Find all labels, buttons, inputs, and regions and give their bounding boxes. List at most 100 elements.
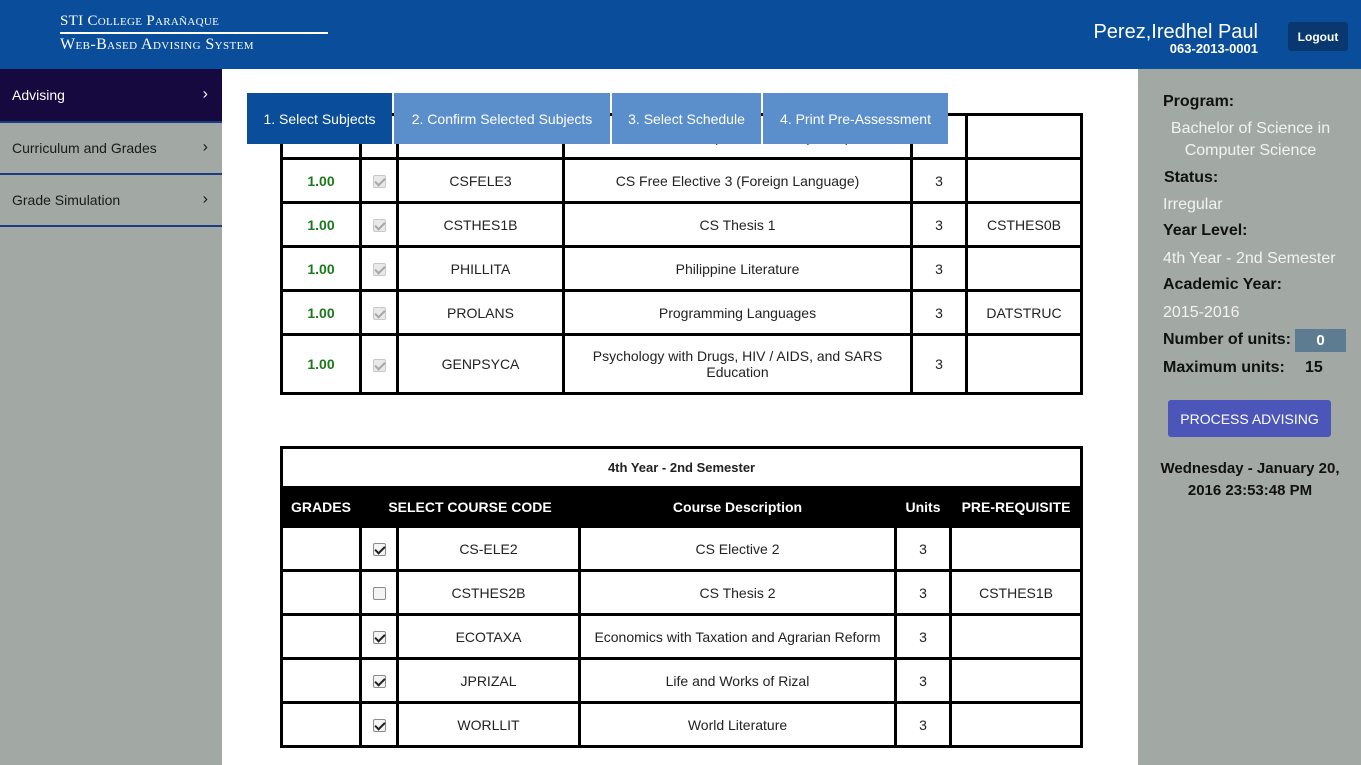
- table-row: 1.00 PHILLITA Philippine Literature 3: [280, 245, 1083, 292]
- sidebar-item-curriculum-and-grades[interactable]: Curriculum and Grades ›: [0, 123, 222, 175]
- column-header-select-course-code: SELECT COURSE CODE: [359, 486, 581, 528]
- chevron-right-icon: ›: [202, 138, 208, 156]
- table-row: 1.00 GENPSYCA Psychology with Drugs, HIV /…: [280, 333, 1083, 395]
- course-code-cell: GENPSYCA: [396, 333, 565, 395]
- course-checkbox: [372, 358, 386, 372]
- previous-semester-table: 1.00CS-ELE1CS Elective 1 (Mobile Develop…: [280, 113, 1083, 395]
- column-header-grades: GRADES: [280, 486, 362, 528]
- course-code-cell: CSFELE3: [396, 157, 565, 204]
- course-checkbox[interactable]: [372, 543, 386, 557]
- course-code-cell: CS-ELE2: [396, 525, 581, 572]
- units-cell: 3: [910, 333, 968, 395]
- course-checkbox[interactable]: [372, 719, 386, 733]
- column-header-pre-requisite: PRE-REQUISITE: [948, 486, 1084, 528]
- course-code-cell: PHILLITA: [396, 245, 565, 292]
- chevron-right-icon: ›: [202, 190, 208, 208]
- pre-requisite-cell: [948, 525, 1084, 572]
- user-info: Perez,Iredhel Paul 063-2013-0001: [1093, 22, 1258, 56]
- course-code-cell: CSTHES2B: [396, 569, 581, 616]
- units-cell: 3: [910, 245, 968, 292]
- status-label: Status:: [1164, 169, 1219, 186]
- academic-year-value: 2015-2016: [1163, 304, 1240, 321]
- course-description-cell: Psychology with Drugs, HIV / AIDS, and S…: [562, 333, 913, 395]
- units-cell: 3: [894, 525, 952, 572]
- grade-cell: 1.00: [280, 201, 362, 248]
- pre-requisite-cell: CSTHES1B: [948, 569, 1084, 616]
- course-description-cell: World Literature: [578, 701, 897, 748]
- course-description-cell: Life and Works of Rizal: [578, 657, 897, 704]
- column-header-course-description: Course Description: [578, 486, 897, 528]
- academic-year-label: Academic Year:: [1163, 276, 1282, 293]
- grade-cell: [280, 569, 362, 616]
- pre-requisite-cell: [965, 157, 1083, 204]
- select-cell: [359, 201, 399, 248]
- table-row: 1.00 PROLANS Programming Languages 3 DATSTRU…: [280, 289, 1083, 336]
- course-checkbox: [372, 307, 386, 321]
- grade-cell: 1.00: [280, 289, 362, 336]
- step-tabs: 1. Select Subjects 2. Confirm Selected S…: [247, 93, 950, 144]
- pre-requisite-cell: DATSTRUC: [965, 289, 1083, 336]
- sidebar: Advising › Curriculum and Grades › Grade…: [0, 69, 222, 765]
- current-datetime: Wednesday - January 20, 2016 23:53:48 PM: [1160, 460, 1340, 499]
- select-cell: [359, 245, 399, 292]
- select-cell: [359, 525, 399, 572]
- table-row: CS-ELE2 CS Elective 23: [280, 525, 1084, 572]
- process-advising-button[interactable]: PROCESS ADVISING: [1168, 400, 1331, 437]
- grade-cell: [280, 701, 362, 748]
- course-checkbox: [372, 263, 386, 277]
- tab-select-subjects[interactable]: 1. Select Subjects: [247, 93, 392, 144]
- course-checkbox: [372, 175, 386, 189]
- main-content: 1. Select Subjects 2. Confirm Selected S…: [222, 69, 1138, 765]
- table-row: ECOTAXA Economics with Taxation and Agrar…: [280, 613, 1084, 660]
- course-code-cell: ECOTAXA: [396, 613, 581, 660]
- units-cell: 3: [894, 701, 952, 748]
- pre-requisite-cell: [965, 333, 1083, 395]
- tab-print-pre-assessment[interactable]: 4. Print Pre-Assessment: [763, 93, 948, 144]
- number-of-units-value: 0: [1295, 329, 1346, 352]
- course-checkbox: [372, 219, 386, 233]
- course-checkbox[interactable]: [372, 675, 386, 689]
- select-cell: [359, 701, 399, 748]
- pre-requisite-cell: [948, 657, 1084, 704]
- course-description-cell: Economics with Taxation and Agrarian Ref…: [578, 613, 897, 660]
- course-code-cell: JPRIZAL: [396, 657, 581, 704]
- course-code-cell: PROLANS: [396, 289, 565, 336]
- tab-select-schedule[interactable]: 3. Select Schedule: [612, 93, 761, 144]
- grade-cell: 1.00: [280, 333, 362, 395]
- tab-confirm-selected-subjects[interactable]: 2. Confirm Selected Subjects: [394, 93, 610, 144]
- table-row: CSTHES2B CS Thesis 2 3 CSTHES1B: [280, 569, 1084, 616]
- select-cell: [359, 569, 399, 616]
- select-cell: [359, 289, 399, 336]
- units-cell: 3: [894, 569, 952, 616]
- course-checkbox[interactable]: [372, 631, 386, 645]
- sidebar-item-grade-simulation[interactable]: Grade Simulation ›: [0, 175, 222, 227]
- table-row: WORLLIT World Literature 3: [280, 701, 1084, 748]
- course-checkbox[interactable]: [372, 587, 386, 601]
- sidebar-item-label: Curriculum and Grades: [12, 140, 157, 156]
- sidebar-item-advising[interactable]: Advising ›: [0, 69, 222, 123]
- pre-requisite-cell: [965, 245, 1083, 292]
- user-name: Perez,Iredhel Paul: [1093, 21, 1258, 43]
- grade-cell: [280, 613, 362, 660]
- pre-requisite-cell: CSTHES0B: [965, 201, 1083, 248]
- course-description-cell: CS Thesis 1: [562, 201, 913, 248]
- logout-button[interactable]: Logout: [1288, 22, 1348, 51]
- program-value: Bachelor of Science in Computer Science: [1170, 120, 1331, 159]
- grade-cell: [280, 525, 362, 572]
- course-description-cell: Philippine Literature: [562, 245, 913, 292]
- select-cell: [359, 333, 399, 395]
- units-cell: 3: [910, 157, 968, 204]
- table-row: 1.00 CSTHES1B CS Thesis 1 3 CSTHES0B: [280, 201, 1083, 248]
- select-cell: [359, 657, 399, 704]
- school-logo: STI College Parañaque Web-Based Advising…: [60, 12, 328, 54]
- logo-school-name: STI College Parañaque: [60, 13, 220, 29]
- year-level-value: 4th Year - 2nd Semester: [1163, 250, 1336, 267]
- logo-divider: [60, 32, 328, 34]
- table-row: JPRIZAL Life and Works of Rizal 3: [280, 657, 1084, 704]
- table-row: 1.00 CSFELE3 CS Free Elective 3 (Foreign L…: [280, 157, 1083, 204]
- semester-title: 4th Year - 2nd Semester: [279, 446, 1084, 489]
- course-code-cell: CSTHES1B: [396, 201, 565, 248]
- maximum-units-label: Maximum units:: [1163, 359, 1285, 376]
- status-value: Irregular: [1163, 196, 1223, 213]
- app-header: STI College Parañaque Web-Based Advising…: [0, 0, 1361, 69]
